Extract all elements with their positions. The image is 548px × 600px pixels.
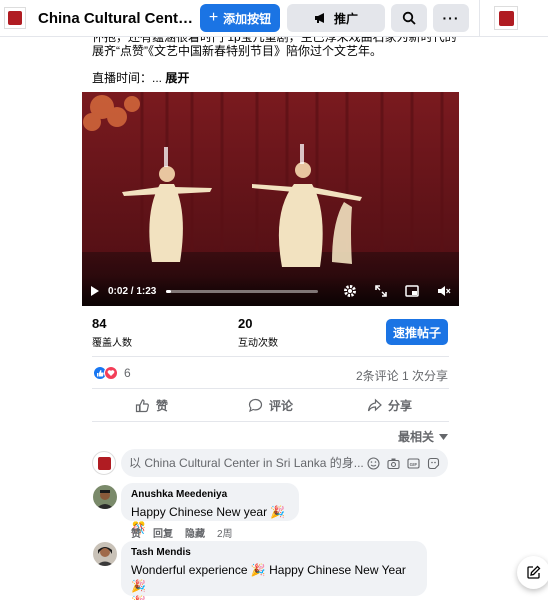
live-time-label: 直播时间：... [92,71,166,85]
search-icon [402,11,416,25]
comment-like-button[interactable]: 赞 [131,525,141,540]
header-divider [479,0,480,37]
page-header: China Cultural Center in... + 添加按钮 推广 ··… [0,0,548,37]
more-icon: ··· [442,10,460,26]
reaction-summary[interactable]: 6 [93,366,131,380]
reach-label: 覆盖人数 [92,338,132,349]
comment-reply-button[interactable]: 回复 [153,525,173,540]
promote-button[interactable]: 推广 [287,4,385,32]
engagement-stat: 20 互动次数 [238,316,278,349]
post-meta: 直播时间：... 展开 [92,69,189,86]
divider [92,421,449,422]
emoji-icon[interactable] [367,456,380,470]
video-progress-fill [166,289,171,293]
reaction-count: 6 [124,366,131,380]
compose-icon [527,565,541,579]
love-reaction-icon [104,366,118,380]
comment-input[interactable] [129,456,367,470]
comment-button[interactable]: 评论 [211,391,330,419]
expand-icon[interactable] [375,285,387,297]
video-time: 0:02 / 1:23 [108,285,157,297]
divider [92,356,449,357]
comment-text-line1: Wonderful experience 🎉 Happy Chinese New… [131,563,406,593]
comment-text: Wonderful experience 🎉 Happy Chinese New… [131,562,417,600]
comment-sort-dropdown[interactable]: 最相关 [398,428,448,445]
plus-icon: + [208,9,219,26]
post-actions: 赞 评论 分享 [92,391,449,419]
share-label: 分享 [387,398,412,413]
post-insights: 84 覆盖人数 20 互动次数 速推帖子 [92,316,449,350]
like-button[interactable]: 赞 [92,391,211,419]
comment-author[interactable]: Tash Mendis [131,547,417,558]
video-progress-bar[interactable] [166,289,319,293]
video-controls: 0:02 / 1:23 [82,276,459,306]
sort-label: 最相关 [397,430,434,444]
thumbs-up-icon [135,398,149,412]
post-text-line2: 展齐“点赞”《文艺中国新春特别节目》陪你过个文艺年。 [92,44,382,58]
profile-avatar[interactable] [494,6,518,30]
settings-icon[interactable] [343,284,357,298]
camera-icon[interactable] [387,457,400,470]
megaphone-icon [314,13,324,23]
composer-avatar [92,451,116,475]
new-message-button[interactable] [517,556,548,589]
comment-label: 评论 [268,398,293,413]
share-button[interactable]: 分享 [330,391,449,419]
page-title[interactable]: China Cultural Center in... [38,10,194,27]
play-icon[interactable] [90,285,100,297]
comment-icon [248,398,263,412]
picture-in-picture-icon[interactable] [405,285,419,297]
sticker-icon[interactable] [427,457,440,470]
comment-hide-button[interactable]: 隐藏 [185,525,205,540]
search-button[interactable] [391,4,427,32]
gif-icon[interactable]: GIF [407,457,420,470]
engagement-label: 互动次数 [238,338,278,349]
engagement-value: 20 [238,316,253,331]
comment-composer: GIF [121,449,448,477]
mute-icon[interactable] [437,285,451,297]
commenter-avatar[interactable] [93,485,117,509]
reach-stat: 84 覆盖人数 [92,316,132,349]
page-logo[interactable] [4,7,26,29]
add-button[interactable]: + 添加按钮 [200,4,280,32]
comment-bubble: Tash Mendis Wonderful experience 🎉 Happy… [121,541,427,600]
caret-down-icon [439,433,448,440]
like-label: 赞 [155,398,168,413]
comment-actions: 赞 回复 隐藏 2周 [131,525,233,540]
see-more-link[interactable]: 展开 [165,71,189,85]
commenter-avatar[interactable] [93,542,117,566]
comment-author[interactable]: Anushka Meedeniya [131,489,289,500]
boost-post-button[interactable]: 速推帖子 [386,319,448,345]
share-icon [367,398,382,411]
svg-text:GIF: GIF [410,461,418,466]
video-frame [82,92,459,306]
more-options-button[interactable]: ··· [433,4,469,32]
promote-button-label: 推广 [333,11,358,26]
comment-bubble: Anushka Meedeniya Happy Chinese New year… [121,483,299,535]
video-player[interactable]: 0:02 / 1:23 [82,92,459,306]
reach-value: 84 [92,316,107,331]
add-button-label: 添加按钮 [223,11,272,26]
comment-time[interactable]: 2周 [217,525,233,540]
divider [92,388,449,389]
comments-shares-count[interactable]: 2条评论 1 次分享 [356,367,448,384]
